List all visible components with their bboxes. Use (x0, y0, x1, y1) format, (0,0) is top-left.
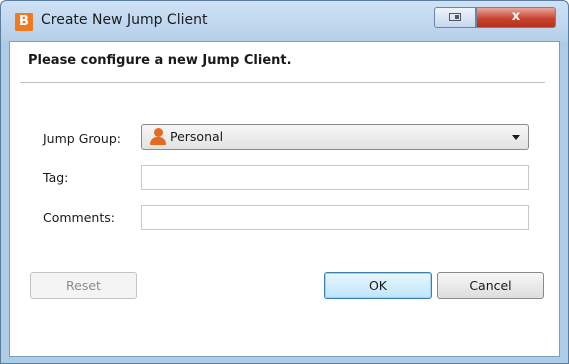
ok-button[interactable]: OK (324, 272, 432, 299)
jump-group-select[interactable]: Personal (141, 124, 529, 150)
dropdown-arrow-icon (512, 135, 520, 140)
jump-group-label: Jump Group: (43, 131, 121, 146)
close-button[interactable]: x (476, 7, 556, 28)
restore-icon (449, 13, 461, 21)
tag-input[interactable] (141, 165, 529, 190)
reset-button[interactable]: Reset (30, 272, 137, 299)
cancel-button[interactable]: Cancel (437, 272, 544, 299)
heading-separator (20, 82, 545, 83)
comments-label: Comments: (43, 210, 115, 225)
tag-label: Tag: (43, 170, 69, 185)
close-icon: x (511, 9, 521, 24)
restore-button[interactable] (434, 7, 476, 28)
title-bar[interactable]: B Create New Jump Client x (1, 1, 568, 41)
person-icon (150, 128, 166, 146)
dialog-body (9, 41, 560, 357)
window-title: Create New Jump Client (41, 12, 208, 28)
dialog-heading: Please configure a new Jump Client. (28, 53, 292, 68)
app-logo-icon: B (15, 13, 33, 31)
comments-input[interactable] (141, 205, 529, 230)
jump-group-value: Personal (170, 129, 224, 144)
